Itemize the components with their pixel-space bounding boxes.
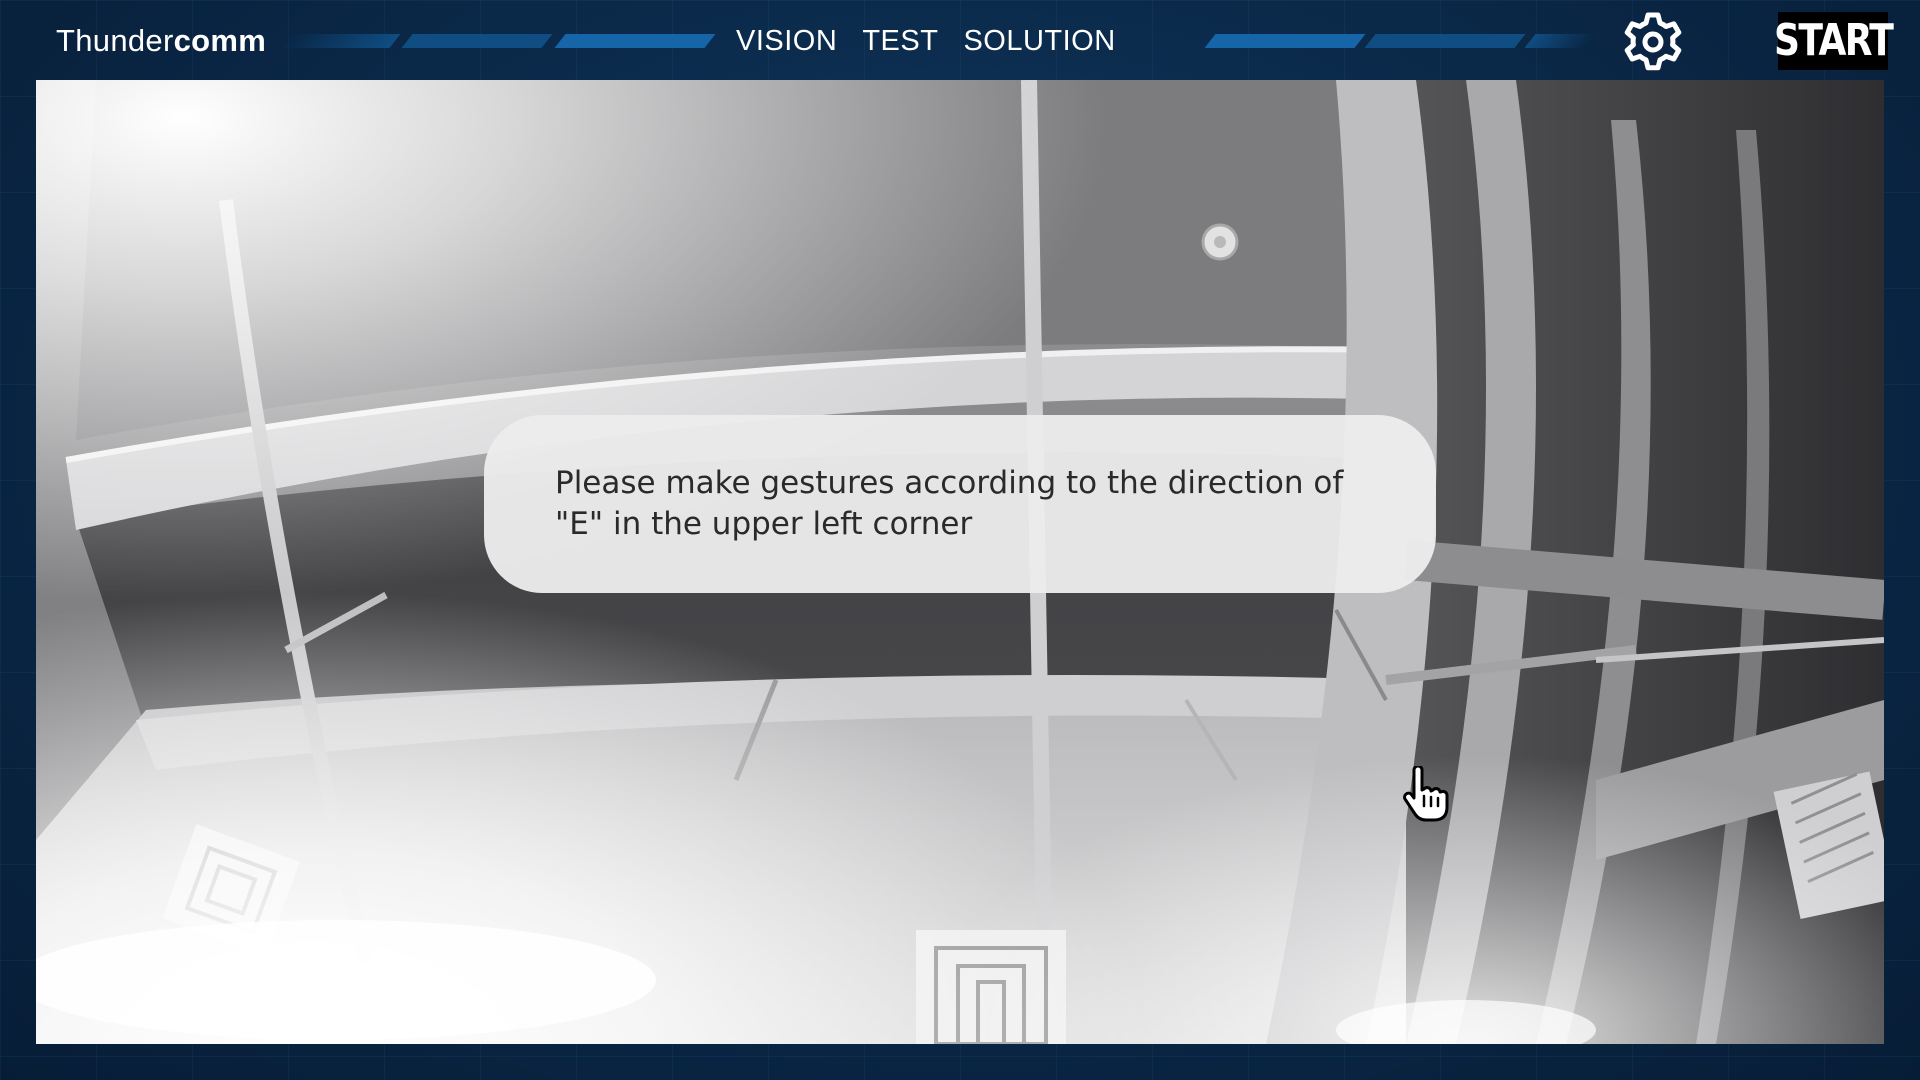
hand-pointer-icon	[1400, 764, 1450, 824]
right-decor-bar	[1204, 34, 1596, 48]
start-button[interactable]: START	[1774, 12, 1894, 70]
nav-item-vision[interactable]: VISION	[736, 20, 837, 62]
instruction-bubble: Please make gestures according to the di…	[484, 415, 1436, 593]
thundercomm-logo: Thundercomm	[56, 20, 266, 62]
start-button-label: START	[1773, 15, 1894, 66]
logo-text-bold: comm	[173, 23, 267, 58]
main-nav: VISION TEST SOLUTION	[736, 20, 1116, 62]
instruction-text: Please make gestures according to the di…	[555, 465, 1344, 542]
app-root: Thundercomm VISION TEST SOLUTION START P…	[0, 0, 1920, 1080]
gear-icon[interactable]	[1622, 11, 1684, 73]
nav-item-solution[interactable]: SOLUTION	[963, 20, 1115, 62]
nav-item-test[interactable]: TEST	[862, 20, 938, 62]
logo-text-light: Thunder	[56, 23, 174, 58]
left-decor-bar	[279, 34, 716, 48]
top-bar: Thundercomm VISION TEST SOLUTION START	[0, 0, 1920, 80]
